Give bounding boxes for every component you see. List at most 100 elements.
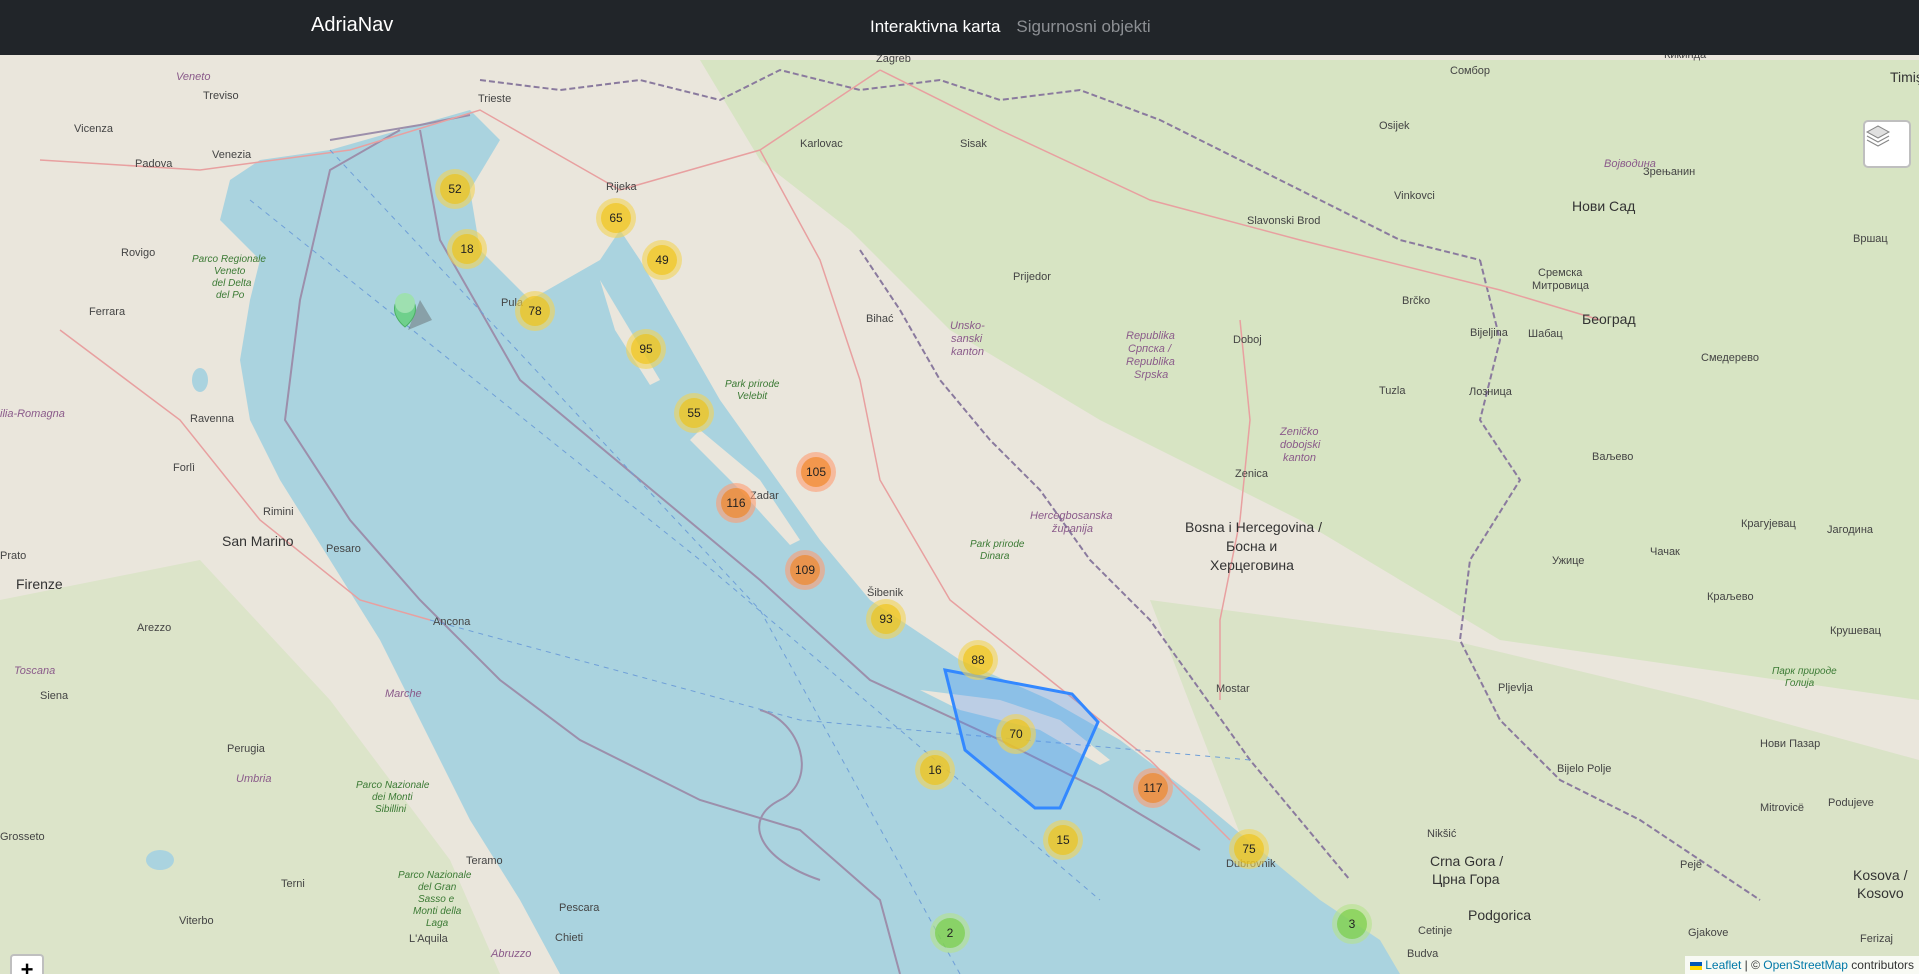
marker-cluster[interactable]: 93: [866, 599, 906, 639]
cluster-count: 65: [601, 203, 631, 233]
place-label: Bijeljina: [1470, 327, 1508, 339]
marker-cluster[interactable]: 52: [435, 169, 475, 209]
place-label: Шабац: [1528, 328, 1563, 340]
nav-link-safety-objects[interactable]: Sigurnosni objekti: [1016, 17, 1150, 37]
marker-cluster[interactable]: 105: [796, 452, 836, 492]
marker-cluster[interactable]: 109: [785, 550, 825, 590]
place-label: Timiş: [1890, 69, 1919, 85]
cluster-count: 88: [963, 645, 993, 675]
map-view[interactable]: Zagreb Trieste Venezia Padova Vicenza Veneto T…: [0, 55, 1919, 974]
marker-cluster[interactable]: 75: [1229, 829, 1269, 869]
place-label: del Delta: [212, 278, 252, 289]
marker-cluster[interactable]: 2: [930, 913, 970, 953]
place-label: Prato: [0, 550, 27, 562]
marker-cluster[interactable]: 116: [716, 483, 756, 523]
place-label: Нови Сад: [1572, 198, 1636, 214]
place-label: Umbria: [236, 773, 272, 785]
place-label: Митровица: [1532, 280, 1589, 292]
place-label: Padova: [135, 158, 173, 170]
place-label: Кикинда: [1664, 55, 1707, 61]
place-label: kanton: [1283, 452, 1317, 464]
cluster-count: 93: [871, 604, 901, 634]
cluster-count: 15: [1048, 825, 1078, 855]
marker-cluster[interactable]: 70: [996, 714, 1036, 754]
place-label: ilia-Romagna: [0, 408, 65, 420]
place-label: Laga: [426, 918, 449, 929]
place-label: Veneto: [176, 71, 211, 83]
place-label: Republika: [1126, 330, 1175, 342]
place-label: Pejë: [1680, 859, 1703, 871]
attribution-suffix: contributors: [1847, 958, 1914, 972]
place-label: Bijelo Polje: [1557, 763, 1612, 775]
place-label: Pljevlja: [1498, 682, 1533, 694]
place-label: Крушевац: [1830, 625, 1881, 637]
cluster-count: 49: [647, 245, 677, 275]
zoom-in-button[interactable]: +: [12, 956, 42, 974]
place-label: Osijek: [1379, 120, 1410, 132]
place-label: Сремска: [1538, 267, 1583, 279]
place-label: Rimini: [263, 506, 294, 518]
nav-link-interactive-map[interactable]: Interaktivna karta: [870, 17, 1000, 37]
place-label: Terni: [281, 878, 305, 890]
zoom-control: + −: [10, 954, 44, 974]
place-label: Ваљево: [1592, 451, 1634, 463]
place-label: Chieti: [555, 932, 584, 944]
marker-cluster[interactable]: 16: [915, 750, 955, 790]
place-label: Nikšić: [1427, 828, 1457, 840]
map-attribution: Leaflet | © OpenStreetMap contributors: [1684, 956, 1919, 974]
marker-cluster[interactable]: 95: [626, 329, 666, 369]
marker-cluster[interactable]: 15: [1043, 820, 1083, 860]
place-label: Београд: [1582, 311, 1636, 327]
cluster-count: 18: [452, 234, 482, 264]
place-label: Ferizaj: [1860, 933, 1894, 945]
marker-cluster[interactable]: 117: [1133, 768, 1173, 808]
place-label: Gjakove: [1688, 927, 1729, 939]
main-nav: Interaktivna karta Sigurnosni objekti: [870, 17, 1151, 37]
marker-cluster[interactable]: 49: [642, 240, 682, 280]
place-label: Sibillini: [375, 804, 407, 815]
place-label: Grosseto: [0, 831, 45, 843]
marker-cluster[interactable]: 55: [674, 393, 714, 433]
place-label: Hercegbosanska: [1030, 510, 1113, 522]
place-label: Нови Пазар: [1760, 738, 1821, 750]
place-label: Marche: [385, 688, 422, 700]
marker-cluster[interactable]: 18: [447, 229, 487, 269]
layers-button[interactable]: [1863, 120, 1911, 168]
place-label: Bosna i Hercegovina /: [1185, 519, 1322, 535]
osm-link[interactable]: OpenStreetMap: [1763, 958, 1848, 972]
place-label: Чачак: [1650, 546, 1680, 558]
marker-cluster[interactable]: 78: [515, 291, 555, 331]
place-label: Dinara: [980, 551, 1010, 562]
place-label: Podujeve: [1828, 797, 1874, 809]
place-label: Sasso e: [418, 894, 455, 905]
attribution-separator: | ©: [1741, 958, 1764, 972]
place-label: L'Aquila: [409, 933, 448, 945]
place-label: Босна и: [1226, 538, 1278, 554]
place-label: Veneto: [214, 266, 246, 277]
place-label: Bihać: [866, 313, 894, 325]
cluster-count: 78: [520, 296, 550, 326]
place-label: Ravenna: [190, 413, 235, 425]
place-label: Pesaro: [326, 543, 361, 555]
marker-cluster[interactable]: 88: [958, 640, 998, 680]
place-label: Parco Nazionale: [398, 870, 472, 881]
place-label: Српска /: [1128, 343, 1172, 355]
cluster-count: 116: [721, 488, 751, 518]
marker-cluster[interactable]: 65: [596, 198, 636, 238]
place-label: San Marino: [222, 533, 294, 549]
place-label: Teramo: [466, 855, 503, 867]
place-label: del Po: [216, 290, 245, 301]
marker-cluster[interactable]: 3: [1332, 904, 1372, 944]
place-label: Budva: [1407, 948, 1439, 960]
place-label: Parco Regionale: [192, 254, 266, 265]
place-label: Doboj: [1233, 334, 1262, 346]
place-label: Херцеговина: [1210, 557, 1294, 573]
cluster-count: 105: [801, 457, 831, 487]
place-label: dei Monti: [372, 792, 413, 803]
place-label: Monti della: [413, 906, 462, 917]
leaflet-link[interactable]: Leaflet: [1705, 958, 1741, 972]
brand-logo[interactable]: AdriaNav: [311, 14, 393, 37]
place-label: Mitrovicë: [1760, 802, 1805, 814]
place-label: Srpska: [1134, 369, 1169, 381]
cluster-count: 109: [790, 555, 820, 585]
